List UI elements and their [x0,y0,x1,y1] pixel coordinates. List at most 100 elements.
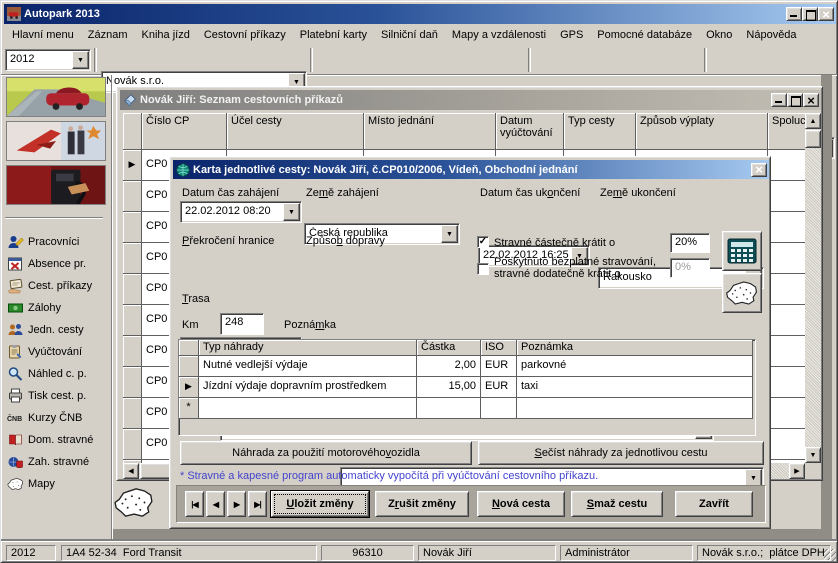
map-button[interactable] [722,273,762,313]
sidebar-item-zah-stravne[interactable]: Zah. stravné [7,451,109,473]
previous-record-button[interactable]: ◀ [206,491,225,517]
dialog-titlebar[interactable]: Karta jednotlivé cesty: Novák Jiří, č.CP… [173,160,769,179]
menu-item-hlavni-menu[interactable]: Hlavní menu [5,26,81,44]
save-button[interactable]: Uložit změny [271,491,369,517]
grid-header-row: Číslo CPÚčel cestyMísto jednáníDatum vyú… [123,113,805,150]
menu-item-okno[interactable]: Okno [699,26,739,44]
sidebar-item-tisk-cest-p[interactable]: Tisk cest. p. [7,385,109,407]
vertical-scrollbar[interactable]: ▲ ▼ [805,113,821,463]
first-record-button[interactable]: |◀ [185,491,204,517]
child-minimize-button[interactable] [771,93,787,107]
scroll-down-button[interactable]: ▼ [805,447,821,463]
sidebar-item-pracovnici[interactable]: Pracovníci [7,231,109,253]
map-blob-icon[interactable] [113,484,155,521]
column-header-misto-jednani: Místo jednání [364,113,496,150]
comp-cell: EUR [481,377,517,398]
start-datetime-combo[interactable]: 22.02.2012 08:20 ▼ [180,201,302,223]
child-maximize-button[interactable] [787,93,803,107]
free-meals-percent-input[interactable]: 0% [670,258,710,278]
cnb-rates-icon: ČNB [7,410,24,426]
new-trip-button[interactable]: Nová cesta [477,491,565,517]
main-titlebar[interactable]: Autopark 2013 × [4,4,836,24]
km-input[interactable]: 248 [220,313,264,335]
menu-item-silnicni-dan[interactable]: Silniční daň [374,26,445,44]
menu-item-napoveda[interactable]: Nápověda [739,26,803,44]
fuel-photo [6,165,106,205]
scroll-up-button[interactable]: ▲ [805,113,821,129]
sidebar-item-vyuctovani[interactable]: Vyúčtování [7,341,109,363]
comp-cell: parkovné [517,356,753,377]
menu-item-zaznam[interactable]: Záznam [81,26,135,44]
year-combo[interactable]: 2012▼ [5,49,91,71]
car-photo [6,77,106,117]
free-meals-checkbox[interactable] [477,263,489,275]
scroll-right-button[interactable]: ▶ [789,463,805,479]
close-dialog-button[interactable]: Zavřít [675,491,753,517]
calculator-button[interactable] [722,231,762,271]
sidebar: PracovníciAbsence pr. Cest. příkazy Zálohy… [1,75,111,541]
route-label: Trasa [182,293,210,305]
vertical-scroll-thumb[interactable] [805,130,821,148]
app-icon [7,7,21,21]
menu-item-gps[interactable]: GPS [553,26,590,44]
menu-item-mapy-a-vzdalenosti[interactable]: Mapy a vzdálenosti [445,26,553,44]
app-window: Autopark 2013 × Hlavní menuZáznamKniha j… [0,0,838,563]
sidebar-item-nahled-c-p[interactable]: Náhled c. p. [7,363,109,385]
sidebar-item-absence-pr[interactable]: Absence pr. [7,253,109,275]
child-close-button[interactable]: × [803,93,819,107]
close-button[interactable]: × [818,7,834,21]
dropdown-arrow-icon[interactable]: ▼ [72,51,89,69]
dropdown-arrow-icon[interactable]: ▼ [283,203,300,221]
sidebar-item-label: Tisk cest. p. [28,390,86,402]
menu-item-pomocne-databaze[interactable]: Pomocné databáze [590,26,699,44]
sum-compensation-button[interactable]: Sečíst náhrady za jednotlivou cestu [478,441,764,465]
scrollbar-corner [805,463,821,479]
sidebar-item-cest-prikazy[interactable]: Cest. příkazy [7,275,109,297]
status-panel-5: Novák s.r.o.; plátce DPH [697,545,831,561]
vehicle-compensation-button[interactable]: Náhrada za použití motorového vozidla [180,441,472,465]
start-country-label: Země zahájení [306,187,379,199]
trip-list-titlebar[interactable]: Novák Jiří: Seznam cestovních příkazů × [120,90,821,110]
travel-orders-icon [7,278,24,294]
comp-cell [517,398,753,419]
sidebar-item-zalohy[interactable]: Zálohy [7,297,109,319]
row-selector [123,274,142,305]
status-panel-2: 96310 [321,545,414,561]
row-selector [123,398,142,429]
dropdown-arrow-icon[interactable]: ▼ [441,225,458,243]
meal-reduction-percent-input[interactable]: 20% [670,233,710,253]
travel-photo [6,121,106,161]
meal-reduction-checkbox[interactable]: ✓ [477,236,489,248]
absence-icon [7,256,24,272]
menu-item-cestovni-prikazy[interactable]: Cestovní příkazy [197,26,293,44]
toolbar: 2012▼Novák s.r.o.▼1A4 52-34 (Ford Transi… [1,45,838,75]
last-record-button[interactable]: ▶| [248,491,267,517]
trip-list-title: Novák Jiří: Seznam cestovních příkazů [140,94,343,106]
next-record-button[interactable]: ▶ [227,491,246,517]
comp-new-row[interactable]: * [179,398,755,419]
row-selector [123,243,142,274]
toolbar-separator [94,48,97,72]
scroll-left-button[interactable]: ◀ [123,463,139,479]
sidebar-item-mapy[interactable]: Mapy [7,473,109,495]
sidebar-item-label: Cest. příkazy [28,280,92,292]
dialog-title: Karta jednotlivé cesty: Novák Jiří, č.CP… [193,164,578,176]
menu-item-kniha-jizd[interactable]: Kniha jízd [135,26,197,44]
app-title: Autopark 2013 [24,8,100,20]
delete-trip-button[interactable]: Smaž cestu [571,491,663,517]
comp-table-row[interactable]: ▶Jízdní výdaje dopravním prostředkem15,0… [179,377,755,398]
dialog-close-button[interactable]: × [751,163,767,177]
sidebar-divider [111,75,113,539]
cancel-button[interactable]: Zrušit změny [375,491,469,517]
maximize-button[interactable] [802,7,818,21]
grid-cell [768,429,805,460]
start-datetime-label: Datum čas zahájení [182,187,279,199]
sidebar-item-kurzy-cnb[interactable]: ČNBKurzy ČNB [7,407,109,429]
sidebar-item-jedn-cesty[interactable]: Jedn. cesty [7,319,109,341]
sidebar-item-dom-stravne[interactable]: Dom. stravné [7,429,109,451]
grid-cell [768,181,805,212]
minimize-button[interactable] [786,7,802,21]
menu-item-platebni-karty[interactable]: Platební karty [293,26,374,44]
comp-table-row[interactable]: Nutné vedlejší výdaje2,00EURparkovné [179,356,755,377]
comp-cell: Nutné vedlejší výdaje [199,356,417,377]
